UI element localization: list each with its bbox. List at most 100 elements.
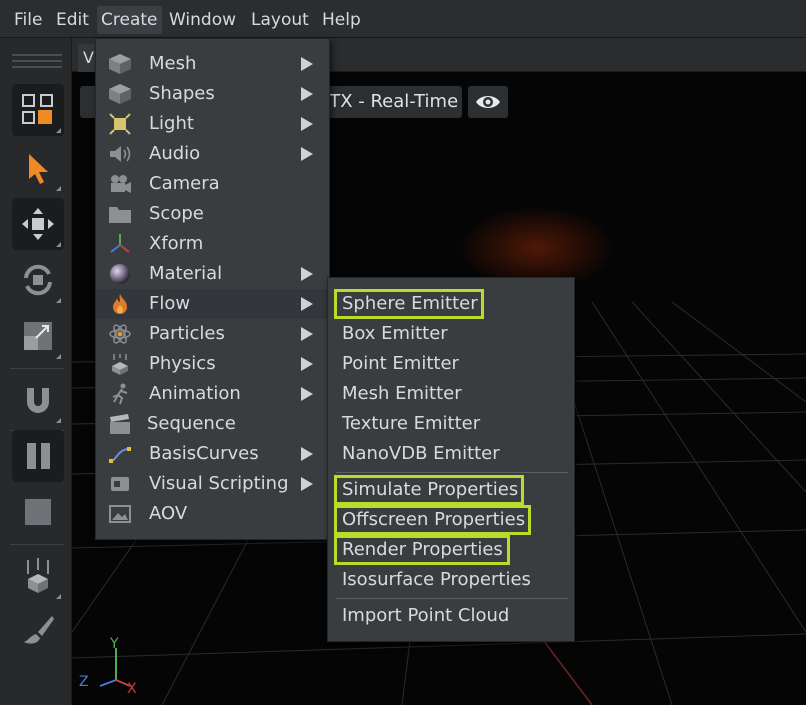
dropdown-corner-icon [56,354,61,359]
dropdown-corner-icon [56,298,61,303]
visibility-toggle-button[interactable] [468,86,508,118]
menu-item-simulate-properties[interactable]: Simulate Properties [334,475,524,505]
flow-submenu: Sphere Emitter Box Emitter Point Emitter… [327,277,575,642]
atom-icon [109,324,131,344]
running-figure-icon [112,383,128,405]
menu-item-isosurface-properties[interactable]: Isosurface Properties [334,565,564,595]
axis-z-label: Z [79,674,89,690]
menu-item-camera[interactable]: Camera [96,169,329,199]
submenu-arrow-icon [301,117,313,131]
dropdown-corner-icon [56,418,61,423]
menu-help[interactable]: Help [318,6,365,34]
menu-item-shapes[interactable]: Shapes [96,79,329,109]
cubes-icon [22,94,53,124]
rotate-tool-button[interactable] [12,254,64,306]
left-toolbar [0,38,72,705]
toolbar-grip[interactable] [12,66,62,68]
dropdown-corner-icon [56,594,61,599]
toolbar-grip[interactable] [12,54,62,56]
select-tool-button[interactable] [12,142,64,194]
menu-divider [336,598,568,599]
cube-icon [109,54,131,74]
menu-item-box-emitter[interactable]: Box Emitter [334,319,534,349]
stop-icon [25,499,51,525]
axis-gizmo: Y Z X [79,636,137,697]
submenu-arrow-icon [301,57,313,71]
menu-item-particles[interactable]: Particles [96,319,329,349]
submenu-arrow-icon [301,387,313,401]
menu-window[interactable]: Window [165,6,240,34]
axis-x-label: X [127,681,137,697]
pause-button[interactable] [12,430,64,482]
toolbar-grip[interactable] [12,60,62,62]
menu-item-physics[interactable]: Physics [96,349,329,379]
menu-item-audio[interactable]: Audio [96,139,329,169]
menu-item-scope[interactable]: Scope [96,199,329,229]
menu-item-render-properties[interactable]: Render Properties [334,535,510,565]
menu-file[interactable]: File [10,6,46,34]
menu-item-offscreen-properties[interactable]: Offscreen Properties [334,505,531,535]
submenu-arrow-icon [301,147,313,161]
scale-icon [24,322,52,350]
submenu-arrow-icon [301,477,313,491]
menu-item-visual-scripting[interactable]: Visual Scripting [96,469,329,499]
move-tool-button[interactable] [12,198,64,250]
flow-smoke-preview [462,208,612,288]
menu-item-point-emitter[interactable]: Point Emitter [334,349,534,379]
menu-item-basiscurves[interactable]: BasisCurves [96,439,329,469]
menu-edit[interactable]: Edit [52,6,93,34]
select-mode-button[interactable] [12,84,64,136]
magnet-icon [27,388,49,413]
menu-divider [336,472,568,473]
shapes-icon [109,84,131,104]
menu-item-nanovdb-emitter[interactable]: NanoVDB Emitter [334,439,534,469]
speaker-icon [110,146,131,162]
menu-create[interactable]: Create [97,6,162,34]
dropdown-corner-icon [56,242,61,247]
submenu-arrow-icon [301,267,313,281]
snap-button[interactable] [12,374,64,426]
rotate-icon [24,264,52,296]
physics-icon [112,354,128,375]
menu-item-material[interactable]: Material [96,259,329,289]
menu-item-animation[interactable]: Animation [96,379,329,409]
toolbar-divider [10,544,64,545]
menu-item-aov[interactable]: AOV [96,499,329,529]
eye-icon [476,96,500,108]
submenu-arrow-icon [301,447,313,461]
menu-item-mesh[interactable]: Mesh [96,49,329,79]
pause-icon [27,443,50,469]
clapperboard-icon [110,414,130,434]
toolbar-divider [10,368,64,369]
menu-item-texture-emitter[interactable]: Texture Emitter [334,409,534,439]
menu-item-sequence[interactable]: Sequence [96,409,329,439]
drop-icon [27,558,49,593]
menu-item-light[interactable]: Light [96,109,329,139]
curve-icon [109,447,131,463]
menu-item-sphere-emitter[interactable]: Sphere Emitter [334,289,484,319]
graph-node-icon [111,477,129,491]
xform-axes-icon [110,234,130,253]
folder-icon [109,207,131,223]
drop-to-floor-button[interactable] [12,550,64,602]
dropdown-corner-icon [56,128,61,133]
submenu-arrow-icon [301,87,313,101]
stop-button[interactable] [12,486,64,538]
paint-tool-button[interactable] [12,604,64,656]
menu-item-import-point-cloud[interactable]: Import Point Cloud [334,601,564,631]
arrow-cursor-icon [29,154,48,184]
submenu-arrow-icon [301,357,313,371]
menu-item-mesh-emitter[interactable]: Mesh Emitter [334,379,534,409]
menu-item-xform[interactable]: Xform [96,229,329,259]
renderer-selector[interactable]: RTX - Real-Time [310,86,462,118]
image-icon [109,505,131,523]
scale-tool-button[interactable] [12,310,64,362]
menu-item-flow[interactable]: Flow [96,289,329,319]
camera-icon [111,175,131,193]
submenu-arrow-icon [301,297,313,311]
dropdown-corner-icon [56,186,61,191]
menu-layout[interactable]: Layout [247,6,313,34]
light-icon [109,113,131,135]
move-arrows-icon [22,208,54,240]
menu-bar: File Edit Create Window Layout Help [0,0,806,38]
